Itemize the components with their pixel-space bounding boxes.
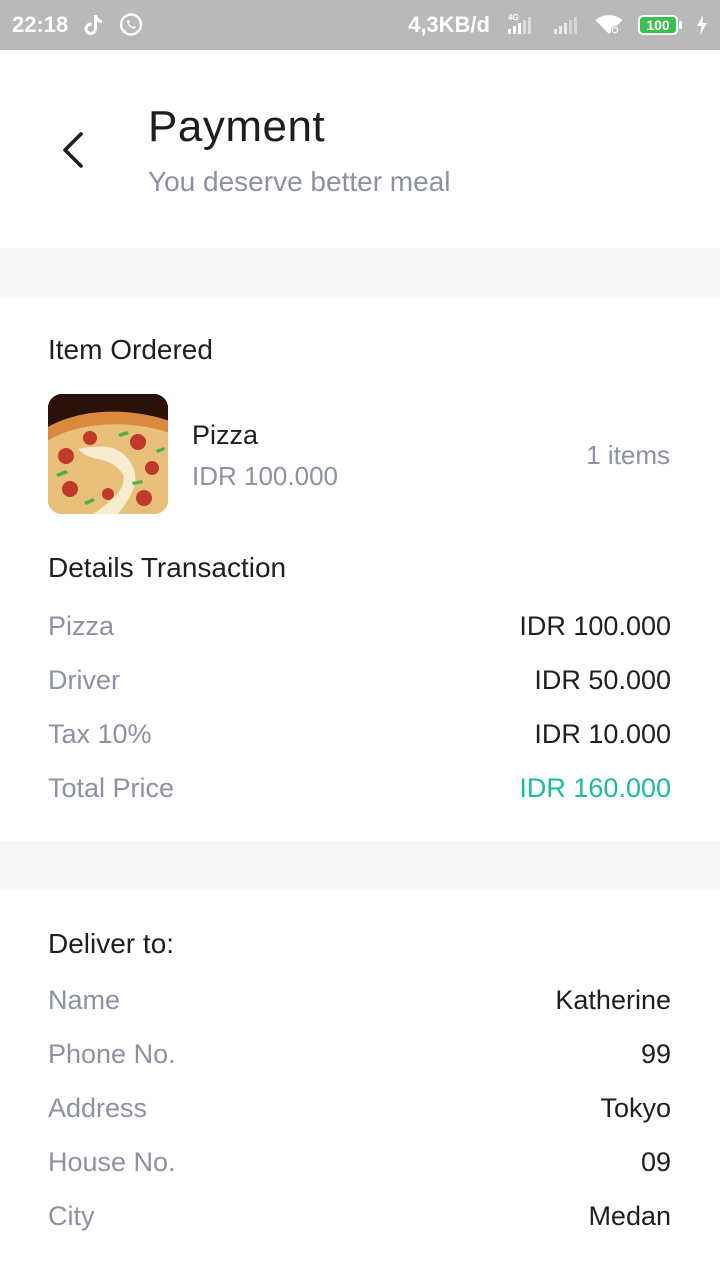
page-header: Payment You deserve better meal <box>0 50 720 248</box>
delivery-label: City <box>48 1200 95 1231</box>
battery-level: 100 <box>638 15 678 35</box>
delivery-value: Katherine <box>555 984 671 1015</box>
status-bar: 22:18 4,3KB/d 4G 100 <box>0 0 720 50</box>
delivery-label: House No. <box>48 1146 176 1177</box>
status-time: 22:18 <box>12 12 69 37</box>
transaction-label: Pizza <box>48 610 115 641</box>
total-price-label: Total Price <box>48 772 175 803</box>
order-summary-section: Item Ordered Pizza IDR 100.000 1 items D… <box>0 298 720 841</box>
deliver-to-section: Deliver to: Name Katherine Phone No. 99 … <box>0 890 720 1280</box>
transaction-label: Tax 10% <box>48 718 152 749</box>
transaction-row: Tax 10% IDR 10.000 <box>48 714 671 754</box>
delivery-label: Phone No. <box>48 1038 176 1069</box>
details-transaction-title: Details Transaction <box>48 552 287 583</box>
food-quantity: 1 items <box>586 440 670 470</box>
network-type-label: 4G <box>508 13 519 22</box>
battery-icon: 100 <box>638 15 682 35</box>
wifi-icon <box>594 13 624 37</box>
deliver-to-title: Deliver to: <box>48 928 175 959</box>
total-price-value: IDR 160.000 <box>519 772 671 803</box>
delivery-label: Name <box>48 984 121 1015</box>
delivery-row: House No. 09 <box>48 1142 671 1182</box>
delivery-row: Address Tokyo <box>48 1088 671 1128</box>
transaction-row: Driver IDR 50.000 <box>48 660 671 700</box>
total-price-row: Total Price IDR 160.000 <box>48 768 671 808</box>
delivery-value: Medan <box>588 1200 671 1231</box>
tiktok-icon <box>82 13 104 37</box>
page-title: Payment <box>148 102 326 151</box>
charging-icon <box>696 14 708 36</box>
delivery-row: City Medan <box>48 1196 671 1236</box>
network-speed: 4,3KB/d <box>408 12 490 37</box>
delivery-value: 09 <box>640 1146 671 1177</box>
signal-icon-secondary <box>552 12 580 38</box>
delivery-row: Name Katherine <box>48 980 671 1020</box>
section-divider <box>0 248 720 298</box>
delivery-value: 99 <box>640 1038 671 1069</box>
item-ordered-title: Item Ordered <box>48 334 213 365</box>
signal-icon: 4G <box>504 12 538 38</box>
delivery-label: Address <box>48 1092 148 1123</box>
food-image <box>48 394 168 514</box>
back-button[interactable] <box>50 124 94 176</box>
food-price: IDR 100.000 <box>192 461 338 491</box>
transaction-row: Pizza IDR 100.000 <box>48 606 671 646</box>
page-subtitle: You deserve better meal <box>148 166 451 197</box>
whatsapp-icon <box>118 12 144 38</box>
delivery-value: Tokyo <box>600 1092 671 1123</box>
delivery-row: Phone No. 99 <box>48 1034 671 1074</box>
food-name: Pizza <box>192 420 259 450</box>
transaction-value: IDR 10.000 <box>534 718 671 749</box>
transaction-label: Driver <box>48 664 120 695</box>
chevron-left-icon <box>63 132 83 168</box>
transaction-value: IDR 50.000 <box>534 664 671 695</box>
transaction-value: IDR 100.000 <box>519 610 671 641</box>
section-divider <box>0 841 720 890</box>
